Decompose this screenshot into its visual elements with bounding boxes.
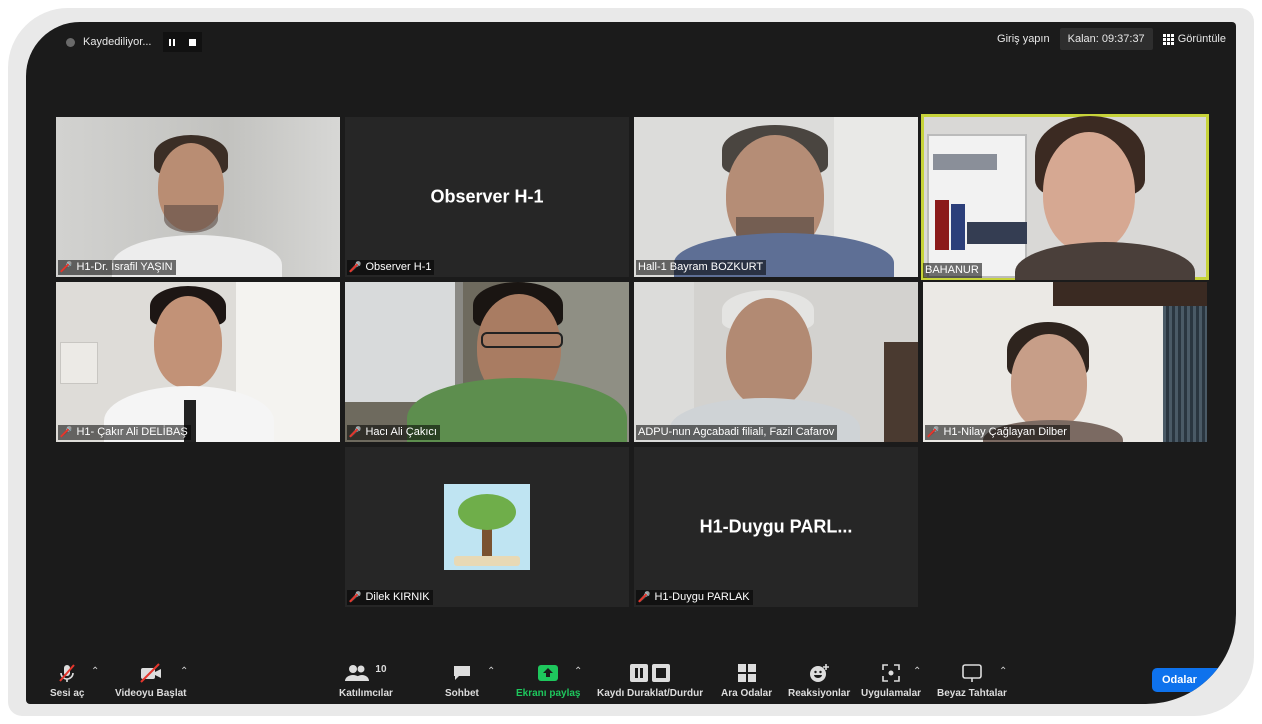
rooms-button[interactable]: Odalar <box>1152 668 1232 692</box>
share-screen-label: Ekranı paylaş <box>516 688 581 699</box>
participant-name-label: 🎤 H1- Çakır Ali DELİBAŞ <box>58 425 191 440</box>
video-tile[interactable]: ADPU-nun Agcabadi filiali, Fazil Cafarov <box>634 282 918 442</box>
video-tile[interactable]: 🎤 H1- Çakır Ali DELİBAŞ <box>56 282 340 442</box>
participant-video <box>1011 334 1087 430</box>
muted-mic-icon: 🎤 <box>638 591 651 603</box>
top-right-controls: Giriş yapın Kalan: 09:37:37 Görüntüle <box>997 28 1226 50</box>
start-video-button[interactable]: Videoyu Başlat <box>115 662 187 699</box>
apps-label: Uygulamalar <box>861 688 922 699</box>
reactions-button[interactable]: Reaksiyonlar <box>788 662 850 699</box>
apps-icon <box>881 662 901 684</box>
participants-label: Katılımcılar <box>339 688 393 699</box>
participants-count: 10 <box>375 663 387 675</box>
chat-options-caret-icon[interactable]: ⌃ <box>487 666 495 677</box>
whiteboards-button[interactable]: Beyaz Tahtalar <box>937 662 1007 699</box>
muted-mic-icon: 🎤 <box>349 591 362 603</box>
participants-icon: 10 <box>345 662 387 684</box>
video-tile[interactable]: 🎤 H1-Dr. İsrafil YAŞIN <box>56 117 340 277</box>
breakout-rooms-button[interactable]: Ara Odalar <box>721 662 772 699</box>
participant-video <box>1043 132 1135 252</box>
whiteboard-icon <box>961 662 983 684</box>
share-screen-button[interactable]: Ekranı paylaş <box>516 662 580 699</box>
video-off-icon <box>138 662 164 684</box>
whiteboards-label: Beyaz Tahtalar <box>937 688 1007 699</box>
chat-icon <box>452 662 472 684</box>
share-options-caret-icon[interactable]: ⌃ <box>574 666 582 677</box>
video-tile[interactable]: Hall-1 Bayram BOZKURT <box>634 117 918 277</box>
whiteboard-options-caret-icon[interactable]: ⌃ <box>999 666 1007 677</box>
video-tile[interactable]: 🎤 Hacı Ali Çakıcı <box>345 282 629 442</box>
participant-video <box>726 298 812 408</box>
share-screen-icon <box>537 662 559 684</box>
pause-recording-icon[interactable] <box>169 38 176 46</box>
record-controls-icon <box>629 662 671 684</box>
stop-recording-icon[interactable] <box>189 38 197 46</box>
unmute-button[interactable]: Sesi aç <box>50 662 84 699</box>
muted-mic-icon: 🎤 <box>60 426 73 438</box>
muted-mic-icon <box>56 662 78 684</box>
participant-display-name: Observer H-1 <box>430 186 544 207</box>
video-options-caret-icon[interactable]: ⌃ <box>180 666 188 677</box>
participant-name-label: 🎤 H1-Nilay Çağlayan Dilber <box>925 425 1070 440</box>
recording-indicator: Kaydediliyor... <box>66 32 203 52</box>
video-tile[interactable]: Observer H-1 🎤 Observer H-1 <box>345 117 629 277</box>
view-label: Görüntüle <box>1177 33 1226 45</box>
pause-stop-recording-button[interactable]: Kaydı Duraklat/Durdur <box>597 662 703 699</box>
reactions-icon <box>808 662 830 684</box>
view-button[interactable]: Görüntüle <box>1162 33 1226 45</box>
chat-button[interactable]: Sohbet <box>445 662 479 699</box>
participant-name-label: 🎤 Observer H-1 <box>347 260 435 275</box>
breakout-rooms-icon <box>737 662 757 684</box>
participant-name-label: 🎤 H1-Duygu PARLAK <box>636 590 753 605</box>
record-label: Kaydı Duraklat/Durdur <box>597 688 704 699</box>
apps-options-caret-icon[interactable]: ⌃ <box>913 666 921 677</box>
participant-name-label: BAHANUR <box>923 263 982 278</box>
participant-name-label: 🎤 Dilek KIRNIK <box>347 590 433 605</box>
unmute-label: Sesi aç <box>50 688 85 699</box>
participant-name-label: 🎤 H1-Dr. İsrafil YAŞIN <box>58 260 176 275</box>
muted-mic-icon: 🎤 <box>349 261 362 273</box>
muted-mic-icon: 🎤 <box>349 426 362 438</box>
recording-status: Kaydediliyor... <box>83 36 152 48</box>
participant-name-label: ADPU-nun Agcabadi filiali, Fazil Cafarov <box>636 425 838 440</box>
audio-options-caret-icon[interactable]: ⌃ <box>91 666 99 677</box>
video-tile[interactable]: 🎤 Dilek KIRNIK <box>345 447 629 607</box>
chat-label: Sohbet <box>445 688 479 699</box>
participant-name-label: 🎤 Hacı Ali Çakıcı <box>347 425 440 440</box>
participant-name-label: Hall-1 Bayram BOZKURT <box>636 260 767 275</box>
signin-link[interactable]: Giriş yapın <box>997 33 1050 45</box>
participants-button[interactable]: 10 Katılımcılar <box>339 662 393 700</box>
grid-view-icon <box>1162 33 1174 45</box>
zoom-meeting-window: Kaydediliyor... Giriş yapın Kalan: 09:37… <box>26 22 1236 704</box>
profile-picture <box>444 484 530 570</box>
muted-mic-icon: 🎤 <box>927 426 940 438</box>
video-tile[interactable]: H1-Duygu PARL... 🎤 H1-Duygu PARLAK <box>634 447 918 607</box>
muted-mic-icon: 🎤 <box>60 261 73 273</box>
start-video-label: Videoyu Başlat <box>115 688 187 699</box>
reactions-label: Reaksiyonlar <box>788 688 851 699</box>
participant-display-name: H1-Duygu PARL... <box>699 516 853 537</box>
recording-controls <box>163 32 203 52</box>
video-tile[interactable]: 🎤 H1-Nilay Çağlayan Dilber <box>923 282 1207 442</box>
breakout-rooms-label: Ara Odalar <box>721 688 773 699</box>
record-dot-icon <box>66 37 75 47</box>
participant-video <box>154 296 222 388</box>
remaining-time: Kalan: 09:37:37 <box>1059 28 1153 50</box>
active-speaker-tile[interactable]: BAHANUR <box>921 114 1209 280</box>
